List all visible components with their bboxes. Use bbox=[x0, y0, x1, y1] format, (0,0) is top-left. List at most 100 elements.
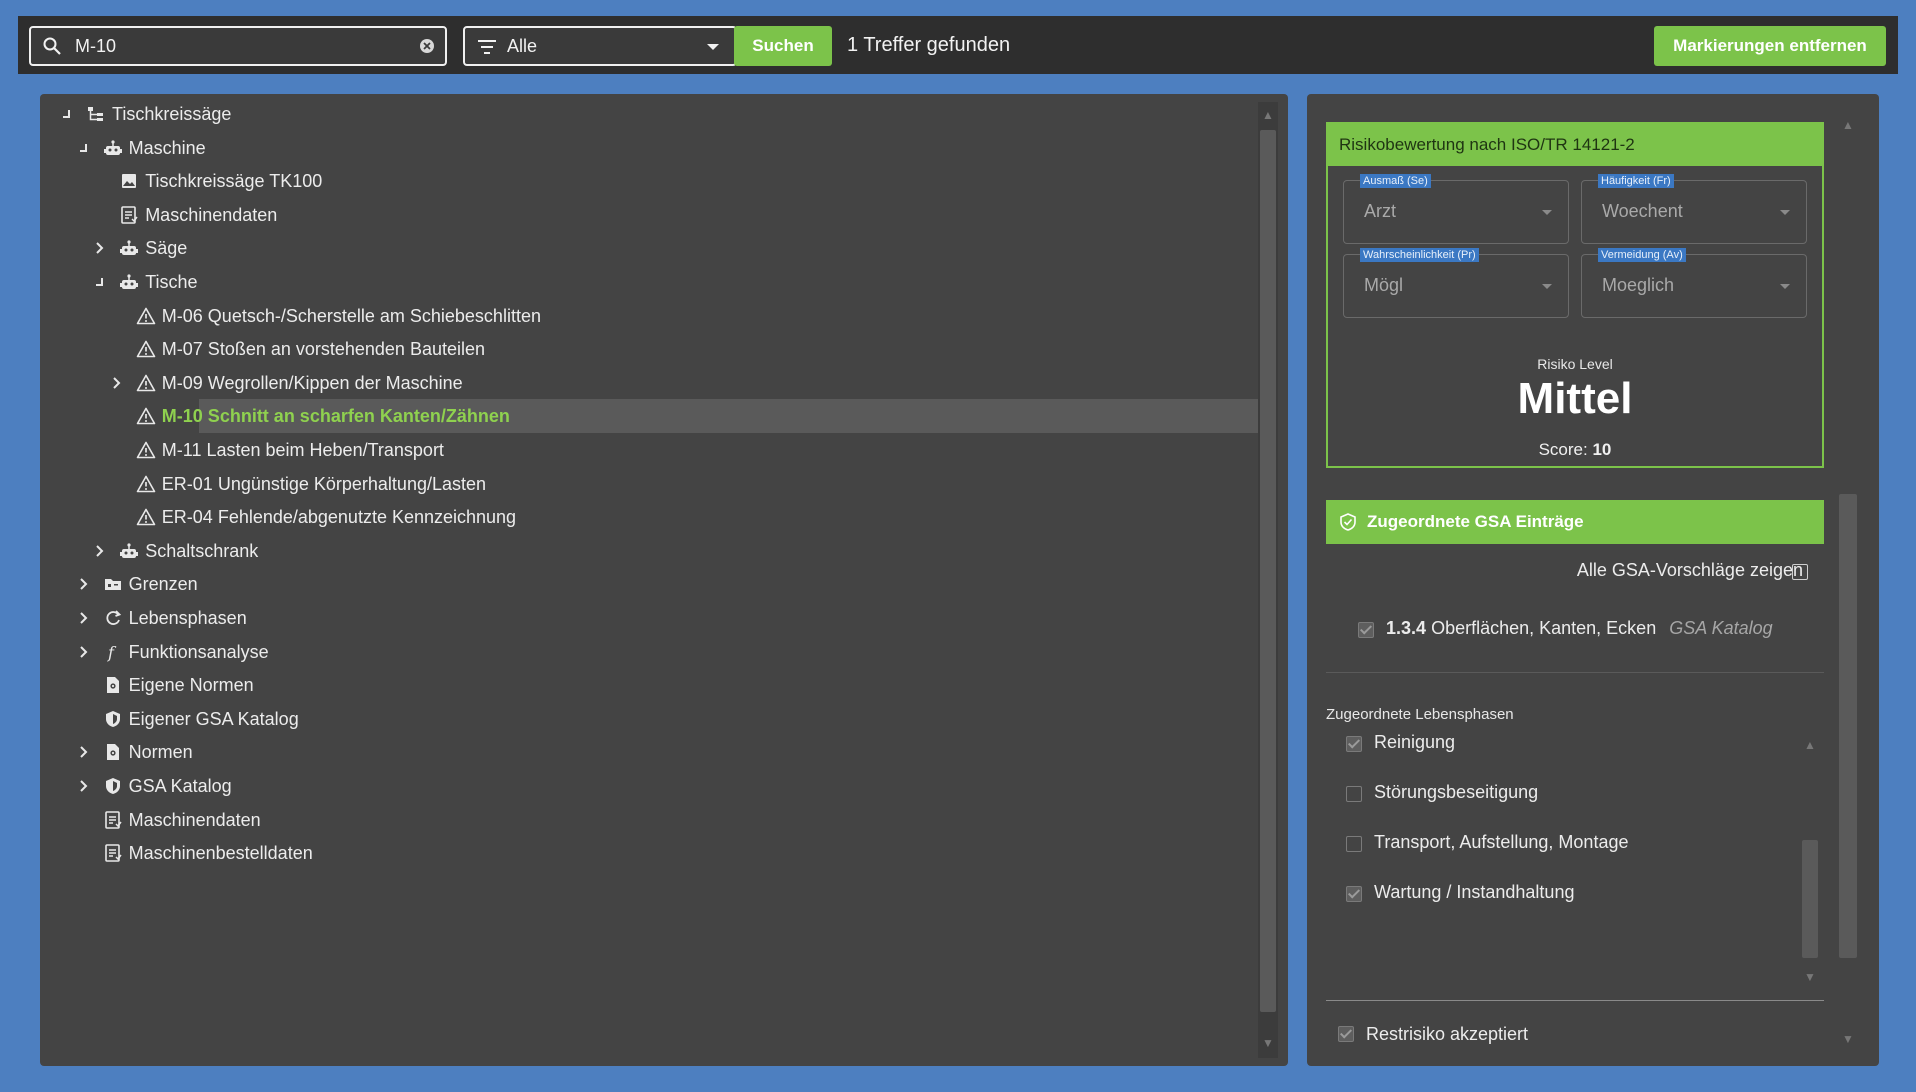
risk-assessment-title: Risikobewertung nach ISO/TR 14121-2 bbox=[1339, 135, 1635, 154]
tree-node[interactable]: GSA Katalog bbox=[40, 769, 1258, 803]
frequency-select[interactable]: Häufigkeit (Fr) Woechent bbox=[1581, 174, 1807, 244]
collapse-icon[interactable] bbox=[77, 140, 91, 156]
tree-node[interactable]: M-09 Wegrollen/Kippen der Maschine bbox=[40, 366, 1258, 400]
divider bbox=[1326, 672, 1824, 673]
expand-chevron-icon[interactable] bbox=[110, 375, 124, 391]
tree-node-label: Maschinenbestelldaten bbox=[128, 843, 313, 864]
severity-label: Ausmaß (Se) bbox=[1360, 174, 1431, 188]
tree-node[interactable]: M-11 Lasten beim Heben/Transport bbox=[40, 433, 1258, 467]
tree-node[interactable]: Schaltschrank bbox=[40, 534, 1258, 568]
tree-node[interactable]: M-07 Stoßen an vorstehenden Bauteilen bbox=[40, 332, 1258, 366]
warning-icon bbox=[136, 340, 156, 358]
tree-node-label: Tischkreissäge bbox=[112, 104, 232, 124]
cycle-icon bbox=[106, 610, 121, 625]
tree-panel: Tischkreissäge Maschine Tischkreissäge TK1… bbox=[40, 94, 1288, 1066]
scroll-up-icon[interactable]: ▲ bbox=[1801, 736, 1819, 754]
search-button[interactable]: Suchen bbox=[734, 26, 832, 66]
tree-node[interactable]: Eigener GSA Katalog bbox=[40, 702, 1258, 736]
gsa-entry-text: Oberflächen, Kanten, Ecken bbox=[1431, 618, 1657, 638]
tree-node[interactable]: Normen bbox=[40, 735, 1258, 769]
tree-node-label: Maschine bbox=[128, 137, 206, 158]
phase-label: Störungsbeseitigung bbox=[1374, 782, 1539, 802]
tree-node[interactable]: Säge bbox=[40, 231, 1258, 265]
phases-scroll-thumb[interactable] bbox=[1802, 840, 1818, 958]
gsa-entry: 1.3.4 Oberflächen, Kanten, Ecken GSA Kat… bbox=[1386, 618, 1773, 639]
clear-marks-button[interactable]: Markierungen entfernen bbox=[1654, 26, 1886, 66]
phase-checkbox[interactable] bbox=[1346, 736, 1362, 752]
tree-node[interactable]: Grenzen bbox=[40, 567, 1258, 601]
search-box[interactable] bbox=[29, 26, 447, 66]
function-icon: f bbox=[107, 643, 117, 662]
avoidance-select[interactable]: Vermeidung (Av) Moeglich bbox=[1581, 248, 1807, 318]
toolbar: Alle Suchen 1 Treffer gefunden Markierun… bbox=[18, 16, 1898, 74]
expand-chevron-icon[interactable] bbox=[77, 778, 91, 794]
tree-scrollbar[interactable]: ▲ ▼ bbox=[1258, 102, 1278, 1058]
risk-score-label: Score: bbox=[1538, 440, 1588, 459]
gsa-entry-checkbox[interactable] bbox=[1358, 622, 1374, 638]
search-input[interactable] bbox=[75, 34, 395, 58]
tree-node[interactable]: Tischkreissäge TK100 bbox=[40, 164, 1258, 198]
expand-chevron-icon[interactable] bbox=[77, 610, 91, 626]
details-scrollbar[interactable]: ▲ ▼ bbox=[1837, 114, 1859, 1054]
tree-node-label: Tische bbox=[145, 272, 198, 292]
document-list-icon bbox=[104, 844, 122, 862]
tree-node[interactable]: Maschinendaten bbox=[40, 803, 1258, 837]
tree-node[interactable]: Tische bbox=[40, 265, 1258, 299]
frequency-label: Häufigkeit (Fr) bbox=[1598, 174, 1674, 188]
scroll-up-icon[interactable]: ▲ bbox=[1839, 116, 1857, 134]
phase-checkbox[interactable] bbox=[1346, 836, 1362, 852]
scroll-down-icon[interactable]: ▼ bbox=[1259, 1034, 1277, 1052]
expand-chevron-icon[interactable] bbox=[77, 576, 91, 592]
tree-node-label: M-09 Wegrollen/Kippen der Maschine bbox=[161, 372, 463, 393]
tree-node-label: Normen bbox=[128, 742, 193, 763]
tree-node-label: Tischkreissäge TK100 bbox=[145, 171, 323, 192]
tree-node[interactable]: Lebensphasen bbox=[40, 601, 1258, 635]
tree-node-selected[interactable]: M-10 Schnitt an scharfen Kanten/Zähnen bbox=[136, 399, 1258, 433]
phase-checkbox[interactable] bbox=[1346, 886, 1362, 902]
shield-check-icon bbox=[1340, 513, 1356, 531]
tree-node[interactable]: Maschinendaten bbox=[40, 198, 1258, 232]
expand-chevron-icon[interactable] bbox=[93, 543, 107, 559]
probability-value: Mögl bbox=[1364, 275, 1404, 295]
tree-node[interactable]: Eigene Normen bbox=[40, 668, 1258, 702]
tree-node[interactable]: ER-01 Ungünstige Körperhaltung/Lasten bbox=[40, 467, 1258, 501]
tree-node[interactable]: Maschinenbestelldaten bbox=[40, 836, 1258, 870]
expand-chevron-icon[interactable] bbox=[77, 744, 91, 760]
collapse-icon[interactable] bbox=[93, 274, 107, 290]
frequency-value: Woechent bbox=[1602, 201, 1683, 221]
filter-value: Alle bbox=[507, 36, 538, 56]
tree-node[interactable]: f Funktionsanalyse bbox=[40, 635, 1258, 669]
scroll-down-icon[interactable]: ▼ bbox=[1839, 1030, 1857, 1048]
show-all-gsa-checkbox[interactable] bbox=[1792, 564, 1808, 580]
restrisk-checkbox[interactable] bbox=[1338, 1026, 1354, 1042]
filter-select[interactable]: Alle bbox=[463, 26, 737, 66]
phases-scrollbar[interactable]: ▲ ▼ bbox=[1800, 736, 1820, 986]
expand-chevron-icon[interactable] bbox=[77, 644, 91, 660]
probability-select[interactable]: Wahrscheinlichkeit (Pr) Mögl bbox=[1343, 248, 1569, 318]
tree-node-label: Funktionsanalyse bbox=[128, 641, 269, 662]
gsa-section-header: Zugeordnete GSA Einträge bbox=[1326, 500, 1824, 544]
chevron-down-icon bbox=[1542, 284, 1552, 289]
scroll-down-icon[interactable]: ▼ bbox=[1801, 968, 1819, 986]
tree-node[interactable]: Tischkreissäge bbox=[40, 97, 1258, 131]
chevron-down-icon bbox=[1780, 210, 1790, 215]
folder-icon bbox=[104, 579, 121, 591]
phase-label: Transport, Aufstellung, Montage bbox=[1374, 832, 1629, 852]
phase-label: Wartung / Instandhaltung bbox=[1374, 882, 1575, 902]
warning-icon bbox=[136, 441, 156, 459]
tree-node[interactable]: Maschine bbox=[40, 131, 1258, 165]
phases-caption: Zugeordnete Lebensphasen bbox=[1326, 706, 1514, 723]
severity-select[interactable]: Ausmaß (Se) Arzt bbox=[1343, 174, 1569, 244]
tree-node[interactable]: ER-04 Fehlende/abgenutzte Kennzeichnung bbox=[40, 500, 1258, 534]
collapse-icon[interactable] bbox=[60, 106, 74, 122]
details-scroll-thumb[interactable] bbox=[1839, 494, 1857, 958]
tree-node[interactable]: M-06 Quetsch-/Scherstelle am Schiebeschl… bbox=[40, 299, 1258, 333]
scroll-up-icon[interactable]: ▲ bbox=[1259, 106, 1277, 124]
shield-icon bbox=[105, 778, 120, 794]
tree-node-label: Eigener GSA Katalog bbox=[128, 708, 299, 729]
phase-checkbox[interactable] bbox=[1346, 786, 1362, 802]
expand-chevron-icon[interactable] bbox=[93, 240, 107, 256]
norm-document-icon bbox=[106, 744, 119, 761]
clear-search-icon[interactable] bbox=[419, 38, 435, 54]
tree-scroll-thumb[interactable] bbox=[1260, 130, 1276, 1012]
